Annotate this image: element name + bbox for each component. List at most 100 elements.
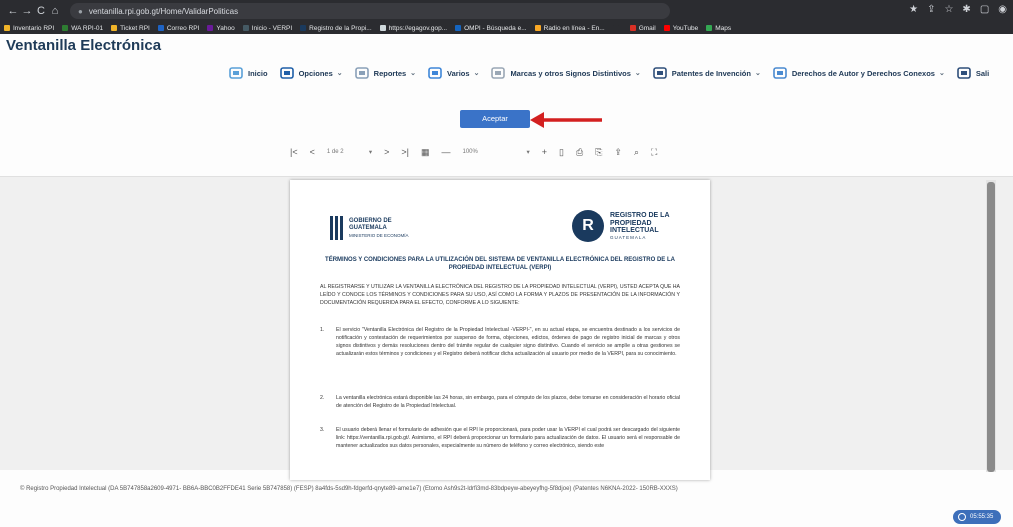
- rpi-seal-icon: R: [572, 210, 604, 242]
- menu-item[interactable]: Opciones ⌄: [279, 66, 343, 80]
- chevron-down-icon: ⌄: [410, 70, 417, 77]
- bookmark-item[interactable]: WA RPI-01: [62, 25, 103, 32]
- document-icon[interactable]: ▯: [559, 147, 564, 158]
- app-title: Ventanilla Electrónica: [6, 37, 162, 54]
- copyright-icon: [772, 66, 788, 80]
- bookmark-item[interactable]: Registro de la Propi...: [300, 25, 372, 32]
- print-alt-icon[interactable]: ⎘: [595, 147, 602, 158]
- share-icon[interactable]: ⇪: [927, 4, 935, 15]
- factory-icon: [652, 66, 668, 80]
- clock-icon: [958, 513, 966, 521]
- document-clause: 1. El servicio "Ventanilla Electrónica d…: [320, 326, 680, 358]
- bookmark-item[interactable]: Radio en línea - En...: [534, 25, 605, 32]
- bookmark-item[interactable]: Ticket RPI: [111, 25, 150, 32]
- prev-page-icon[interactable]: <: [310, 147, 315, 157]
- bookmark-label: Gmail: [638, 24, 656, 32]
- bookmark-label: Ticket RPI: [120, 24, 150, 32]
- bookmark-item[interactable]: Gmail: [629, 24, 656, 32]
- bookmark-item[interactable]: YouTube: [663, 24, 699, 32]
- menu-item[interactable]: Varios ⌄: [427, 66, 479, 80]
- menu-item-label: Varios: [447, 68, 470, 78]
- exit-icon: [956, 66, 972, 80]
- accept-button[interactable]: Aceptar: [460, 110, 530, 128]
- home-nav-icon[interactable]: ⌂: [48, 5, 62, 17]
- bookmark-favicon-icon: [455, 25, 462, 31]
- reload-icon[interactable]: C: [34, 5, 48, 17]
- extensions-puzzle-icon[interactable]: ✱: [962, 4, 970, 15]
- menu-item[interactable]: Patentes de Invención ⌄: [652, 66, 761, 80]
- status-pill[interactable]: 05:55:35: [953, 510, 1001, 524]
- guatemala-flag-icon: [330, 216, 343, 240]
- zoom-out-icon[interactable]: —: [442, 147, 451, 157]
- bookmarks-bar: Inventario RPI WA RPI-01 Ticket RPI Correo …: [0, 22, 1013, 34]
- bookmark-item[interactable]: Inicio - VERPI: [242, 25, 292, 32]
- zoom-dropdown-icon[interactable]: ▾: [527, 148, 530, 156]
- bookmark-favicon-icon: [706, 25, 713, 31]
- extension-icon[interactable]: ★: [909, 4, 918, 15]
- menu-item[interactable]: Inicio: [228, 66, 268, 80]
- fullscreen-icon[interactable]: ⛶: [651, 147, 657, 158]
- last-page-icon[interactable]: >|: [401, 147, 409, 157]
- document-header-logos: GOBIERNO DE GUATEMALA MINISTERIO DE ECON…: [330, 210, 670, 250]
- menu-item-label: Marcas y otros Signos Distintivos: [510, 68, 631, 78]
- bookmark-label: https://egagov.gop...: [388, 24, 448, 32]
- bookmark-star-icon[interactable]: ☆: [944, 4, 953, 15]
- menu-item-label: Derechos de Autor y Derechos Conexos: [791, 68, 935, 78]
- chevron-down-icon: ⌄: [336, 70, 343, 77]
- clause-number: 3.: [320, 427, 325, 433]
- bookmark-label: YouTube: [672, 24, 699, 32]
- page-layout-icon[interactable]: ▦: [421, 147, 430, 158]
- menu-item-label: Inicio: [248, 68, 268, 78]
- viewer-scrollbar-thumb[interactable]: [987, 182, 995, 472]
- bookmark-item[interactable]: Maps: [706, 25, 731, 32]
- document-clause: 2. La ventanilla electrónica estará disp…: [320, 394, 680, 410]
- bookmark-item[interactable]: Correo RPI: [157, 25, 199, 32]
- bookmark-favicon-icon: [111, 25, 118, 31]
- rpi-logo-country: GUATEMALA: [610, 234, 647, 240]
- gear-icon: [279, 66, 295, 80]
- next-page-icon[interactable]: >: [384, 147, 389, 157]
- bookmark-label: Yahoo: [216, 24, 235, 32]
- clause-text: La ventanilla electrónica estará disponi…: [336, 395, 680, 409]
- grid-icon: [427, 66, 443, 80]
- bookmark-item[interactable]: Inventario RPI: [4, 25, 54, 32]
- bookmark-item[interactable]: [612, 25, 622, 31]
- bookmark-label: OMPI - Búsqueda e...: [464, 24, 527, 32]
- zoom-in-icon[interactable]: +: [542, 147, 547, 157]
- first-page-icon[interactable]: |<: [290, 147, 298, 157]
- bookmark-item[interactable]: Yahoo: [207, 24, 235, 32]
- home-icon: [228, 66, 244, 80]
- window-controls: ★ ⇪ ☆ ✱ ▢ ◉: [909, 4, 1007, 15]
- menu-item-label: Opciones: [298, 68, 333, 78]
- forward-icon[interactable]: →: [20, 5, 34, 17]
- document-title: TÉRMINOS Y CONDICIONES PARA LA UTILIZACI…: [325, 257, 675, 271]
- bookmark-item[interactable]: https://egagov.gop...: [379, 24, 448, 32]
- chevron-down-icon: ⌄: [634, 70, 641, 77]
- address-bar[interactable]: ● ventanilla.rpi.gob.gt/Home/ValidarPoli…: [70, 3, 670, 19]
- bookmark-favicon-icon: [629, 25, 636, 31]
- url-text: ventanilla.rpi.gob.gt/Home/ValidarPoliti…: [88, 6, 239, 16]
- profile-icon[interactable]: ◉: [998, 4, 1007, 15]
- chevron-down-icon: ⌄: [938, 70, 945, 77]
- zoom-level[interactable]: 100%: [463, 149, 515, 155]
- menu-item[interactable]: Marcas y otros Signos Distintivos ⌄: [490, 66, 641, 80]
- clause-number: 1.: [320, 327, 325, 333]
- menu-item[interactable]: Sali: [956, 66, 989, 80]
- bookmark-item[interactable]: OMPI - Búsqueda e...: [455, 25, 527, 32]
- search-icon[interactable]: ⌕: [634, 147, 639, 158]
- export-icon[interactable]: ⇪: [614, 147, 622, 158]
- page-dropdown-icon[interactable]: ▾: [369, 148, 372, 156]
- back-icon[interactable]: ←: [6, 5, 20, 17]
- government-logo-text: GOBIERNO DE GUATEMALA: [349, 217, 392, 231]
- page-indicator[interactable]: 1 de 2: [327, 149, 357, 155]
- menu-item[interactable]: Reportes ⌄: [354, 66, 416, 80]
- print-icon[interactable]: ⎙: [576, 147, 583, 158]
- menu-item[interactable]: Derechos de Autor y Derechos Conexos ⌄: [772, 66, 945, 80]
- document-intro: AL REGISTRARSE Y UTILIZAR LA VENTANILLA …: [320, 284, 680, 306]
- clause-text: El servicio "Ventanilla Electrónica del …: [336, 327, 680, 357]
- clause-text: El usuario deberá llenar el formulario d…: [336, 427, 680, 449]
- pdf-toolbar: |< < 1 de 2 ▾ > >| ▦ — 100% ▾ + ▯ ⎙ ⎘ ⇪ …: [290, 143, 657, 161]
- sidebar-icon[interactable]: ▢: [980, 4, 989, 15]
- bookmark-label: Registro de la Propi...: [309, 24, 372, 32]
- lock-icon: ●: [78, 6, 83, 16]
